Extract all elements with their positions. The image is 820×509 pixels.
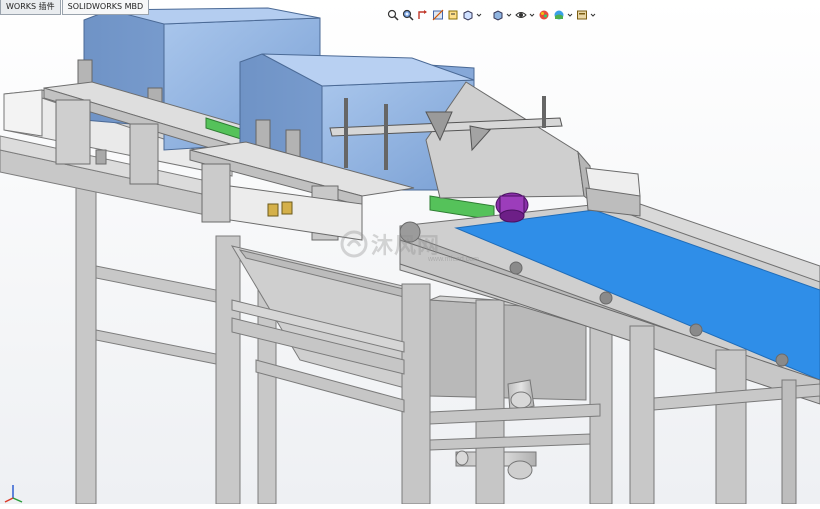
chevron-down-icon[interactable] (506, 9, 512, 22)
graphics-area[interactable]: WORKS 插件 SOLIDWORKS MBD 沐风网 www.mfcad.co… (0, 0, 820, 505)
tab-solidworks-mbd[interactable]: SOLIDWORKS MBD (61, 0, 150, 15)
dynamic-annotation-icon[interactable] (446, 9, 459, 22)
chevron-down-icon[interactable] (590, 9, 596, 22)
model-view[interactable] (0, 0, 820, 505)
apply-scene-icon[interactable] (552, 9, 565, 22)
command-manager-tabs: WORKS 插件 SOLIDWORKS MBD (0, 0, 150, 16)
chevron-down-icon[interactable] (529, 9, 535, 22)
purple-drive-roller (495, 192, 529, 223)
hide-show-items-icon[interactable] (514, 9, 527, 22)
view-orientation-icon[interactable] (461, 9, 474, 22)
previous-view-icon[interactable] (416, 9, 429, 22)
chevron-down-icon[interactable] (567, 9, 573, 22)
section-view-icon[interactable] (431, 9, 444, 22)
belt-end-cover (585, 167, 641, 217)
chevron-down-icon[interactable] (476, 9, 482, 22)
heads-up-view-toolbar (386, 6, 596, 24)
view-settings-icon[interactable] (575, 9, 588, 22)
display-style-icon[interactable] (491, 9, 504, 22)
coordinate-triad-icon (4, 485, 23, 503)
zoom-to-fit-icon[interactable] (386, 9, 399, 22)
zoom-area-icon[interactable] (401, 9, 414, 22)
tab-addins[interactable]: WORKS 插件 (0, 0, 61, 15)
edit-appearance-icon[interactable] (537, 9, 550, 22)
toolbar-separator (484, 9, 489, 22)
